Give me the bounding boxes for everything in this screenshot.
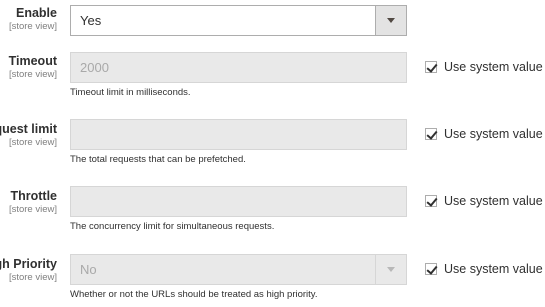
timeout-use-system-value[interactable]: Use system value	[425, 60, 543, 74]
enable-label: Enable	[16, 6, 57, 20]
request-limit-use-system-checkbox[interactable]	[425, 128, 438, 140]
request-limit-use-system-label[interactable]: Use system value	[444, 127, 543, 141]
checkmark-icon	[426, 61, 438, 73]
chevron-down-icon	[387, 18, 395, 23]
checkmark-icon	[426, 128, 438, 140]
timeout-use-system-checkbox[interactable]	[425, 61, 438, 73]
timeout-scope: [store view]	[8, 69, 57, 80]
high-priority-use-system-checkbox[interactable]	[425, 263, 438, 275]
high-priority-scope: [store view]	[8, 272, 57, 283]
timeout-label-group: Timeout [store view]	[9, 54, 57, 80]
enable-select-toggle[interactable]	[375, 6, 406, 35]
high-priority-note: Whether or not the URLs should be treate…	[70, 289, 318, 300]
throttle-use-system-value[interactable]: Use system value	[425, 194, 543, 208]
request-limit-input[interactable]	[70, 119, 407, 150]
chevron-down-icon	[387, 267, 395, 272]
throttle-label-group: Throttle [store view]	[9, 189, 57, 215]
high-priority-select-toggle[interactable]	[375, 255, 406, 284]
throttle-input[interactable]	[70, 186, 407, 217]
throttle-note: The concurrency limit for simultaneous r…	[70, 221, 275, 232]
high-priority-select-value: No	[80, 262, 97, 277]
timeout-use-system-label[interactable]: Use system value	[444, 60, 543, 74]
checkmark-icon	[426, 195, 438, 207]
timeout-label: Timeout	[8, 54, 57, 68]
timeout-note: Timeout limit in milliseconds.	[70, 87, 191, 98]
throttle-label: Throttle	[10, 189, 57, 203]
timeout-input[interactable]: 2000	[70, 52, 407, 83]
request-limit-label: quest limit	[0, 122, 57, 136]
high-priority-label: gh Priority	[0, 257, 57, 271]
timeout-input-value: 2000	[80, 60, 109, 75]
request-limit-use-system-value[interactable]: Use system value	[425, 127, 543, 141]
high-priority-use-system-value[interactable]: Use system value	[425, 262, 543, 276]
throttle-scope: [store view]	[8, 204, 57, 215]
throttle-use-system-label[interactable]: Use system value	[444, 194, 543, 208]
checkmark-icon	[426, 263, 438, 275]
enable-label-group: Enable [store view]	[9, 6, 57, 32]
enable-select-value: Yes	[80, 13, 102, 28]
throttle-use-system-checkbox[interactable]	[425, 195, 438, 207]
request-limit-scope: [store view]	[8, 137, 57, 148]
enable-scope: [store view]	[8, 21, 57, 32]
high-priority-select[interactable]: No	[70, 254, 407, 285]
request-limit-label-group: quest limit [store view]	[0, 122, 57, 148]
request-limit-note: The total requests that can be prefetche…	[70, 154, 246, 165]
enable-select[interactable]: Yes	[70, 5, 407, 36]
high-priority-use-system-label[interactable]: Use system value	[444, 262, 543, 276]
high-priority-label-group: gh Priority [store view]	[0, 257, 57, 283]
